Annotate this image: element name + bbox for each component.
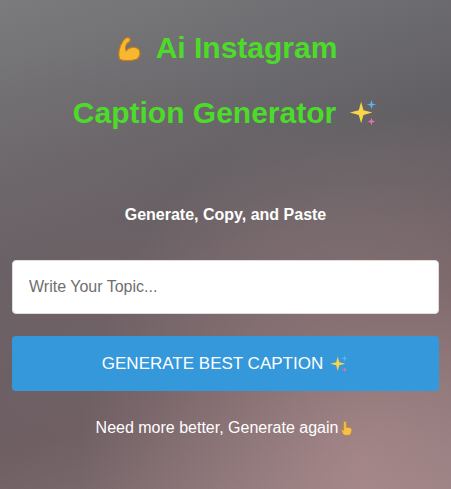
sparkles-icon xyxy=(348,98,378,128)
page-title: Ai Instagram Caption Generator xyxy=(73,15,378,145)
generate-button[interactable]: GENERATE BEST CAPTION xyxy=(12,336,439,391)
regenerate-hint: Need more better, Generate again xyxy=(96,416,356,440)
title-line: Caption Generator xyxy=(73,80,378,145)
pointing-up-icon xyxy=(339,420,355,436)
background-photo xyxy=(0,0,451,489)
flexed-biceps-icon xyxy=(114,33,144,63)
subtitle: Generate, Copy, and Paste xyxy=(125,203,327,227)
main-panel: Ai Instagram Caption Generator Generate,… xyxy=(0,0,451,489)
topic-input[interactable] xyxy=(12,260,439,314)
sparkles-icon xyxy=(329,354,349,374)
caption-generator-page: Ai Instagram Caption Generator Generate,… xyxy=(0,0,451,489)
title-line: Ai Instagram xyxy=(114,15,338,80)
